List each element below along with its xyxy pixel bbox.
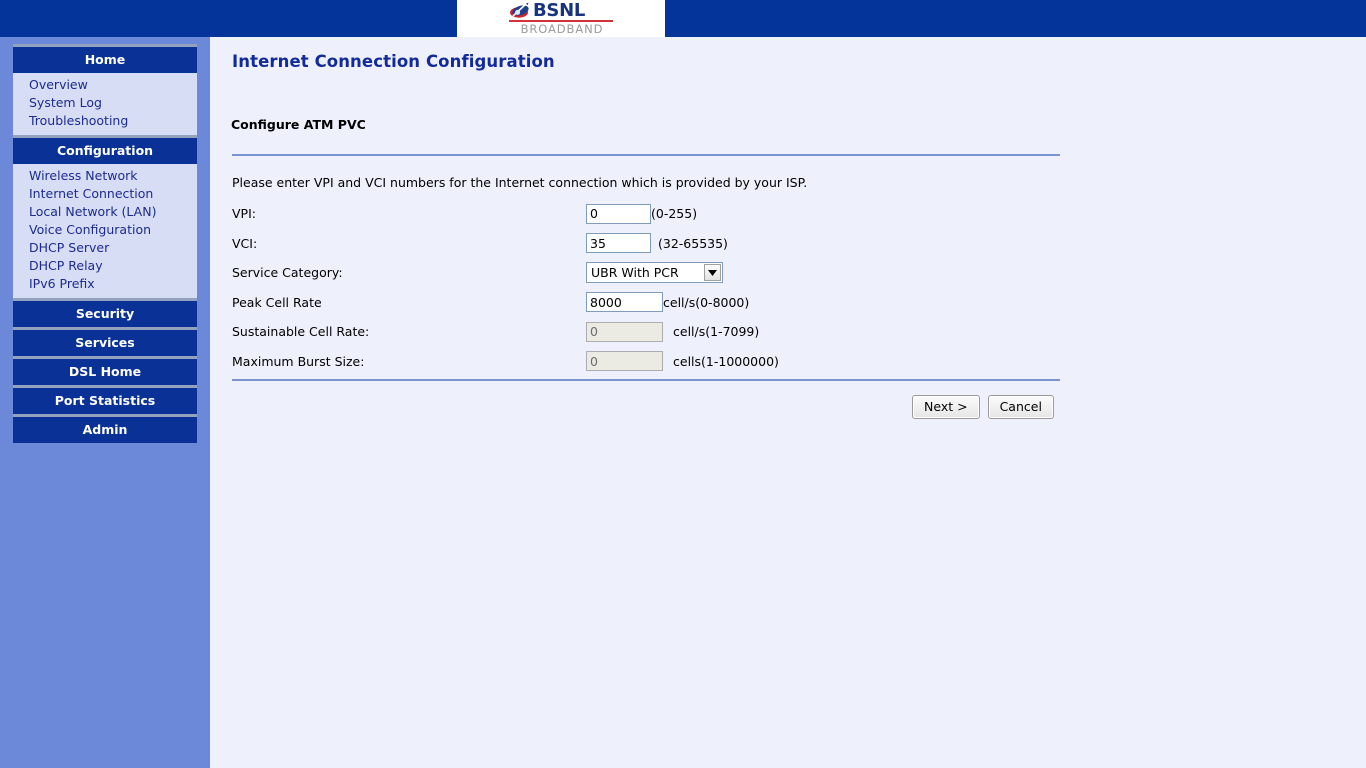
intro-text: Please enter VPI and VCI numbers for the… — [232, 175, 808, 190]
vpi-label: VPI: — [232, 206, 256, 222]
main-content: Internet Connection Configuration Config… — [210, 37, 1366, 768]
sidebar-group-dsl-home[interactable]: DSL Home — [13, 356, 197, 385]
cancel-button[interactable]: Cancel — [987, 395, 1054, 419]
peak-cell-rate-input[interactable] — [586, 292, 663, 313]
top-header-bar: BSNL BROADBAND — [0, 0, 1366, 37]
sidebar-submenu: Overview System Log Troubleshooting — [13, 73, 197, 135]
form-actions: Next > Cancel — [912, 395, 1054, 419]
sidebar-group-security[interactable]: Security — [13, 298, 197, 327]
sidebar-menu: Home Overview System Log Troubleshooting Con… — [0, 44, 210, 443]
atm-pvc-form: VPI: (0-255) VCI: (32-65535) Service Cat… — [232, 199, 1062, 376]
sidebar-group-admin[interactable]: Admin — [13, 414, 197, 443]
bsnl-swoosh-icon — [509, 2, 531, 19]
sidebar-item-dhcp-server[interactable]: DHCP Server — [29, 239, 197, 257]
bsnl-logo-text: BSNL — [533, 0, 586, 21]
service-category-label: Service Category: — [232, 265, 343, 281]
sidebar-item-ipv6-prefix[interactable]: IPv6 Prefix — [29, 275, 197, 293]
sidebar-submenu: Wireless Network Internet Connection Local… — [13, 164, 197, 298]
sidebar-item-dhcp-relay[interactable]: DHCP Relay — [29, 257, 197, 275]
form-row-sustainable-cell-rate: Sustainable Cell Rate: cell/s(1-7099) — [232, 317, 1062, 347]
sidebar-item-overview[interactable]: Overview — [29, 76, 197, 94]
sustainable-cell-rate-hint: cell/s(1-7099) — [673, 324, 760, 340]
sustainable-cell-rate-input — [586, 321, 663, 342]
form-row-service-category: Service Category: UBR With PCR — [232, 258, 1062, 288]
divider-bottom — [232, 379, 1060, 381]
sidebar-group-services[interactable]: Services — [13, 327, 197, 356]
section-title: Configure ATM PVC — [231, 117, 366, 132]
maximum-burst-size-label: Maximum Burst Size: — [232, 353, 365, 369]
form-row-vci: VCI: (32-65535) — [232, 229, 1062, 259]
maximum-burst-size-hint: cells(1-1000000) — [673, 353, 779, 369]
sidebar-group-home[interactable]: Home — [13, 44, 197, 73]
peak-cell-rate-label: Peak Cell Rate — [232, 294, 322, 310]
chevron-down-icon[interactable] — [704, 264, 721, 282]
sidebar-item-voice-configuration[interactable]: Voice Configuration — [29, 221, 197, 239]
page-title: Internet Connection Configuration — [232, 52, 555, 71]
sidebar-group-port-statistics[interactable]: Port Statistics — [13, 385, 197, 414]
vci-hint: (32-65535) — [658, 235, 728, 251]
form-row-peak-cell-rate: Peak Cell Rate cell/s(0-8000) — [232, 288, 1062, 318]
sidebar-item-troubleshooting[interactable]: Troubleshooting — [29, 112, 197, 130]
vci-input[interactable] — [586, 233, 651, 254]
form-row-maximum-burst-size: Maximum Burst Size: cells(1-1000000) — [232, 347, 1062, 377]
sidebar-group-configuration[interactable]: Configuration — [13, 135, 197, 164]
vpi-hint: (0-255) — [651, 206, 698, 222]
sidebar-item-system-log[interactable]: System Log — [29, 94, 197, 112]
sustainable-cell-rate-label: Sustainable Cell Rate: — [232, 324, 370, 340]
divider-top — [232, 154, 1060, 156]
sidebar: Home Overview System Log Troubleshooting Con… — [0, 37, 210, 768]
bsnl-logo-subtitle: BROADBAND — [520, 22, 604, 36]
sidebar-item-wireless-network[interactable]: Wireless Network — [29, 167, 197, 185]
vci-label: VCI: — [232, 235, 258, 251]
peak-cell-rate-hint: cell/s(0-8000) — [663, 294, 750, 310]
bsnl-logo: BSNL BROADBAND — [457, 0, 665, 37]
next-button[interactable]: Next > — [912, 395, 980, 419]
service-category-select[interactable]: UBR With PCR — [586, 262, 723, 284]
maximum-burst-size-input — [586, 351, 663, 372]
sidebar-item-internet-connection[interactable]: Internet Connection — [29, 185, 197, 203]
sidebar-item-local-network-lan[interactable]: Local Network (LAN) — [29, 203, 197, 221]
form-row-vpi: VPI: (0-255) — [232, 199, 1062, 229]
service-category-value: UBR With PCR — [591, 265, 679, 281]
vpi-input[interactable] — [586, 203, 651, 224]
